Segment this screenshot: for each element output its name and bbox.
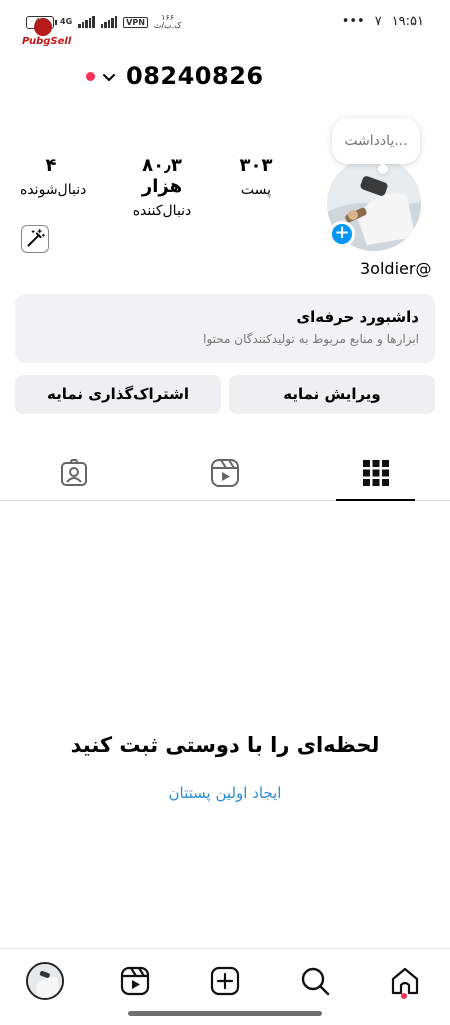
- home-notification-dot: [401, 993, 407, 999]
- watermark-logo: PubgSell: [22, 18, 72, 48]
- chevron-down-icon[interactable]: [101, 70, 117, 86]
- account-username[interactable]: 08240826: [126, 62, 264, 90]
- status-dots: •••: [341, 14, 365, 29]
- network-speed-unit: ک.ب/ث: [153, 21, 182, 30]
- nav-reels[interactable]: [113, 961, 157, 1001]
- create-icon: [210, 966, 240, 996]
- network-speed: ۱۶۶ ک.ب/ث: [154, 14, 181, 30]
- following-stat[interactable]: ۴ دنبال‌شونده: [20, 155, 87, 198]
- edit-profile-button[interactable]: ویرایش نمایه: [229, 375, 435, 414]
- signal-icon: [78, 16, 95, 28]
- notification-glyph: ۷: [374, 14, 382, 29]
- reels-icon: [211, 458, 239, 487]
- search-icon: [301, 967, 330, 996]
- reels-icon: [120, 966, 150, 996]
- profile-stats: ۴ دنبال‌شونده ۸۰٫۳ هزار دنبال‌کننده ۳۰۳ …: [20, 155, 290, 219]
- nav-search[interactable]: [293, 961, 337, 1001]
- note-bubble-tail: [378, 164, 388, 174]
- nav-create[interactable]: [203, 961, 247, 1001]
- status-right: ••• ۷ ۱۹:۵۱: [342, 14, 424, 29]
- active-tab-indicator: [336, 499, 415, 501]
- profile-handle[interactable]: 3oldier@: [360, 259, 431, 278]
- profile-header: 08240826: [0, 60, 450, 96]
- home-indicator-bar[interactable]: [128, 1011, 322, 1016]
- tagged-icon: [61, 458, 87, 486]
- empty-state-title: لحظه‌ای را با دوستی ثبت کنید: [70, 733, 380, 757]
- grid-icon: [363, 459, 389, 486]
- status-time: ۱۹:۵۱: [391, 14, 424, 29]
- profile-tabs: [0, 445, 450, 501]
- tab-grid[interactable]: [326, 445, 426, 500]
- profile-avatar-small: [26, 962, 64, 1000]
- following-label: دنبال‌شونده: [20, 182, 87, 198]
- following-count: ۴: [45, 155, 57, 176]
- posts-stat[interactable]: ۳۰۳ پست: [232, 155, 280, 198]
- add-story-icon[interactable]: +: [329, 221, 355, 247]
- watermark-text: PubgSell: [22, 36, 72, 47]
- followers-label: دنبال‌کننده: [132, 203, 192, 219]
- avatar-thumb: [28, 964, 62, 998]
- home-icon: [391, 967, 419, 995]
- profile-avatar-container[interactable]: +: [327, 157, 421, 251]
- tab-tagged[interactable]: [24, 445, 124, 500]
- nav-profile[interactable]: [23, 961, 67, 1001]
- followers-count: ۸۰٫۳ هزار: [141, 155, 183, 197]
- signal-icon-2: [100, 16, 118, 28]
- create-first-post-link[interactable]: ایجاد اولین پستتان: [0, 784, 450, 802]
- posts-count: ۳۰۳: [239, 155, 273, 176]
- professional-dashboard[interactable]: داشبورد حرفه‌ای ابزارها و منابع مربوط به…: [15, 294, 435, 363]
- dashboard-subtitle: ابزارها و منابع مربوط به تولیدکنندگان مح…: [203, 332, 419, 346]
- magic-wand-icon[interactable]: [21, 225, 49, 253]
- watermark-icon: [34, 18, 52, 36]
- live-indicator-dot: [86, 72, 95, 81]
- tab-reels[interactable]: [175, 445, 275, 500]
- posts-label: پست: [240, 182, 272, 198]
- followers-stat[interactable]: ۸۰٫۳ هزار دنبال‌کننده: [120, 155, 204, 219]
- note-bubble[interactable]: یادداشت...: [332, 118, 420, 164]
- vpn-badge: VPN: [123, 16, 148, 28]
- share-profile-button[interactable]: اشتراک‌گذاری نمایه: [15, 375, 221, 414]
- dashboard-title: داشبورد حرفه‌ای: [296, 308, 419, 326]
